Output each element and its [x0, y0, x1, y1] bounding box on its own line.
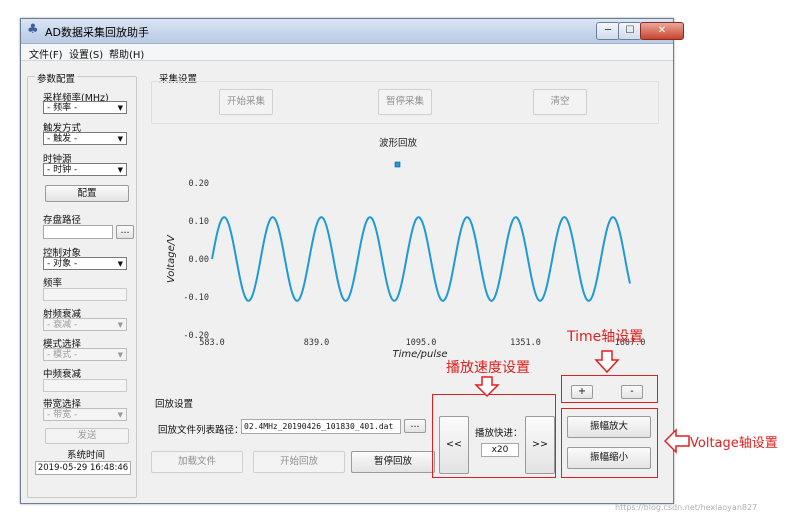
y-axis-ticks: 0.200.100.00-0.10-0.20: [183, 179, 209, 341]
menu-file[interactable]: 文件(F): [29, 46, 63, 61]
y-tick-label: 0.20: [189, 179, 209, 189]
chevron-down-icon: ▼: [117, 135, 123, 143]
chevron-down-icon: ▼: [117, 321, 123, 329]
file-list-label: 回放文件列表路径：: [158, 425, 244, 436]
maximize-button[interactable]: ☐: [618, 22, 642, 40]
control-value: - 对象 -: [47, 259, 78, 269]
control-select[interactable]: - 对象 - ▼: [43, 257, 127, 270]
speed-highlight-box: [432, 394, 556, 478]
params-group-title: 参数配置: [35, 71, 78, 85]
rf-atten-value: - 衰减 -: [47, 320, 78, 330]
y-tick-label: -0.10: [183, 293, 209, 303]
bandwidth-value: - 带宽 -: [47, 410, 78, 420]
x-tick-label: 1351.0: [510, 338, 541, 348]
menu-settings[interactable]: 设置(S): [69, 46, 103, 61]
pause-acquisition-button[interactable]: 暂停采集: [378, 89, 432, 115]
file-path-browse-button[interactable]: ...: [404, 419, 426, 433]
save-path-input[interactable]: [43, 225, 113, 239]
window-title: AD数据采集回放助手: [45, 26, 149, 39]
minimize-button[interactable]: ─: [596, 22, 620, 40]
left-arrow-icon: [664, 428, 690, 454]
time-axis-annotation: Time轴设置: [567, 329, 644, 345]
chart-title: 波形回放: [379, 137, 418, 149]
chevron-down-icon: ▼: [117, 260, 123, 268]
clock-select[interactable]: - 时钟 - ▼: [43, 163, 127, 176]
watermark: https://blog.csdn.net/hexiaoyan827: [615, 503, 758, 512]
pause-playback-button[interactable]: 暂停回放: [351, 451, 435, 473]
menu-help[interactable]: 帮助(H): [109, 46, 144, 61]
mode-value: - 模式 -: [47, 350, 78, 360]
if-atten-input[interactable]: [43, 379, 127, 392]
rf-atten-select[interactable]: - 衰减 - ▼: [43, 318, 127, 331]
app-logo-icon: ♣: [27, 22, 39, 37]
y-tick-label: 0.00: [189, 255, 209, 265]
freq-input[interactable]: [43, 288, 127, 301]
y-tick-label: 0.10: [189, 217, 209, 227]
clear-button[interactable]: 清空: [533, 89, 587, 115]
x-axis-label: Time/pulse: [393, 349, 448, 360]
send-button[interactable]: 发送: [45, 428, 129, 444]
y-axis-label: Voltage/V: [166, 234, 177, 283]
title-bar: ♣ AD数据采集回放助手 ─ ☐ ✕: [21, 19, 684, 44]
x-tick-label: 1095.0: [406, 338, 437, 348]
time-axis-highlight-box: [561, 375, 658, 403]
clock-value: - 时钟 -: [47, 165, 78, 175]
x-tick-label: 839.0: [304, 338, 330, 348]
series-line: [211, 216, 631, 302]
chevron-down-icon: ▼: [117, 166, 123, 174]
down-arrow-icon: [474, 376, 500, 398]
sample-rate-select[interactable]: - 频率 - ▼: [43, 101, 127, 114]
x-tick-label: 583.0: [199, 338, 225, 348]
start-acquisition-button[interactable]: 开始采集: [219, 89, 273, 115]
trigger-value: - 触发 -: [47, 134, 78, 144]
save-path-browse-button[interactable]: ...: [116, 225, 134, 239]
chevron-down-icon: ▼: [117, 411, 123, 419]
start-playback-button[interactable]: 开始回放: [253, 451, 345, 473]
close-button[interactable]: ✕: [640, 22, 684, 40]
config-button[interactable]: 配置: [45, 185, 129, 202]
voltage-axis-annotation: Voltage轴设置: [690, 436, 778, 451]
speed-annotation: 播放速度设置: [446, 360, 530, 376]
bandwidth-select[interactable]: - 带宽 - ▼: [43, 408, 127, 421]
file-path-input[interactable]: 02.4MHz_20190426_101830_401.dat: [241, 419, 401, 434]
legend-marker: [394, 161, 401, 168]
down-arrow-icon: [594, 350, 620, 374]
sample-rate-value: - 频率 -: [47, 103, 78, 113]
menu-bar: 文件(F) 设置(S) 帮助(H): [21, 44, 673, 61]
if-atten-label: 中频衰减: [43, 369, 82, 380]
chevron-down-icon: ▼: [117, 351, 123, 359]
load-file-button[interactable]: 加载文件: [151, 451, 243, 473]
chevron-down-icon: ▼: [117, 104, 123, 112]
save-path-label: 存盘路径: [43, 215, 82, 226]
waveform-chart: 波形回放 0.200.100.00-0.10-0.20 583.0 839.0 10…: [166, 137, 645, 360]
trigger-select[interactable]: - 触发 - ▼: [43, 132, 127, 145]
system-time-value: 2019-05-29 16:48:46: [35, 461, 131, 475]
voltage-axis-highlight-box: [561, 408, 658, 478]
freq-label: 频率: [43, 278, 63, 289]
mode-select[interactable]: - 模式 - ▼: [43, 348, 127, 361]
system-time-label: 系统时间: [67, 450, 106, 461]
playback-group-title: 回放设置: [153, 396, 196, 410]
